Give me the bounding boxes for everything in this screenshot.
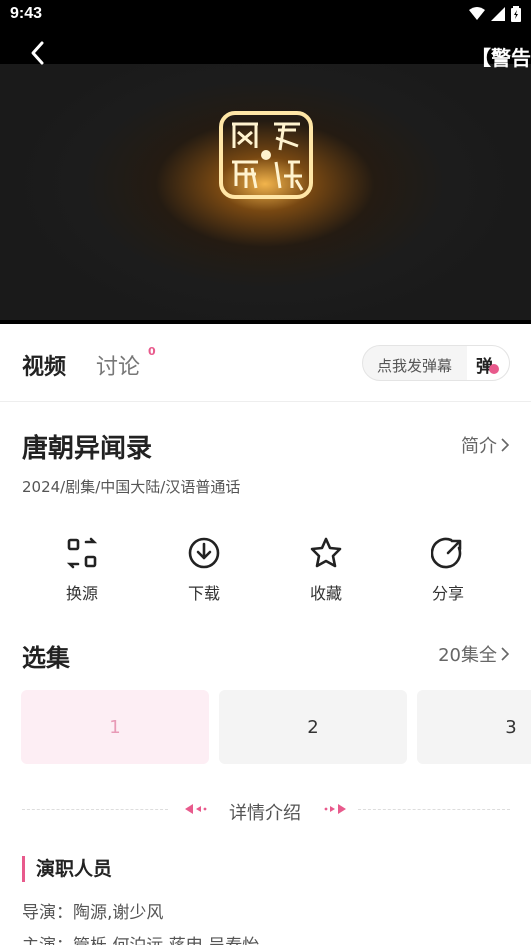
episode-number: 1 <box>109 717 121 738</box>
status-bar: 9:43 <box>0 0 531 30</box>
intro-link[interactable]: 简介 <box>461 432 509 458</box>
tab-discuss[interactable]: 讨论 0 <box>96 345 156 381</box>
episode-number: 2 <box>307 717 319 738</box>
status-time: 9:43 <box>10 5 43 22</box>
chevron-right-icon <box>501 438 509 452</box>
video-title: 【警告 <box>471 46 531 70</box>
back-icon[interactable] <box>26 40 52 66</box>
video-player[interactable]: 【警告 <box>0 30 531 324</box>
details-divider-label: 详情介绍 <box>229 803 301 824</box>
divider-line-right <box>358 809 510 810</box>
episodes-header: 选集 <box>22 644 70 672</box>
favorite-label: 收藏 <box>309 584 342 603</box>
studio-logo <box>219 111 313 199</box>
danmaku-toggle-button[interactable]: 弹 <box>467 346 509 380</box>
tab-video[interactable]: 视频 <box>22 349 66 381</box>
cast-section-header: 演职人员 <box>22 856 112 882</box>
signal-icon <box>491 7 505 21</box>
discuss-count-badge: 0 <box>148 345 156 358</box>
tab-discuss-label: 讨论 <box>96 355 141 380</box>
danmaku-placeholder: 点我发弹幕 <box>377 357 453 375</box>
all-episodes-label: 20集全 <box>438 645 497 666</box>
share-button[interactable]: 分享 <box>408 536 488 604</box>
director-label: 导演： <box>22 903 73 923</box>
status-icons <box>469 6 521 22</box>
download-button[interactable]: 下载 <box>164 536 244 604</box>
show-meta: 2024/剧集/中国大陆/汉语普通话 <box>22 478 241 496</box>
wifi-icon <box>469 7 485 20</box>
all-episodes-link[interactable]: 20集全 <box>438 641 509 667</box>
download-label: 下载 <box>187 584 220 603</box>
episode-item-3[interactable]: 3 <box>417 690 531 764</box>
arrows-right-icon <box>324 804 346 814</box>
episode-item-1[interactable]: 1 <box>21 690 209 764</box>
show-title: 唐朝异闻录 <box>22 434 153 464</box>
switch-source-label: 换源 <box>65 584 98 603</box>
director-row: 导演：陶源,谢少风 <box>22 898 163 923</box>
action-bar: 换源 下载 收藏 分享 <box>0 536 531 606</box>
cast-label: 主演： <box>22 936 73 945</box>
battery-icon <box>511 6 521 22</box>
divider-line-left <box>22 809 168 810</box>
cast-row: 主演：管栎,何泊远,蒋申,吴春怡 <box>22 931 259 945</box>
episode-number: 3 <box>505 717 517 738</box>
intro-link-label: 简介 <box>461 436 497 457</box>
star-icon <box>310 537 342 568</box>
share-label: 分享 <box>431 584 464 603</box>
cast-value: 管栎,何泊远,蒋申,吴春怡 <box>73 936 259 945</box>
download-icon <box>188 537 220 569</box>
switch-source-icon <box>66 537 98 569</box>
director-value: 陶源,谢少风 <box>73 903 164 923</box>
details-divider: 详情介绍 <box>22 796 510 824</box>
arrows-left-icon <box>185 804 207 814</box>
switch-source-button[interactable]: 换源 <box>42 536 122 604</box>
episode-item-2[interactable]: 2 <box>219 690 407 764</box>
danmaku-check-icon <box>489 364 499 374</box>
favorite-button[interactable]: 收藏 <box>286 536 366 604</box>
share-icon <box>431 537 462 569</box>
chevron-right-icon <box>501 647 509 661</box>
danmaku-input[interactable]: 点我发弹幕 弹 <box>362 345 510 381</box>
